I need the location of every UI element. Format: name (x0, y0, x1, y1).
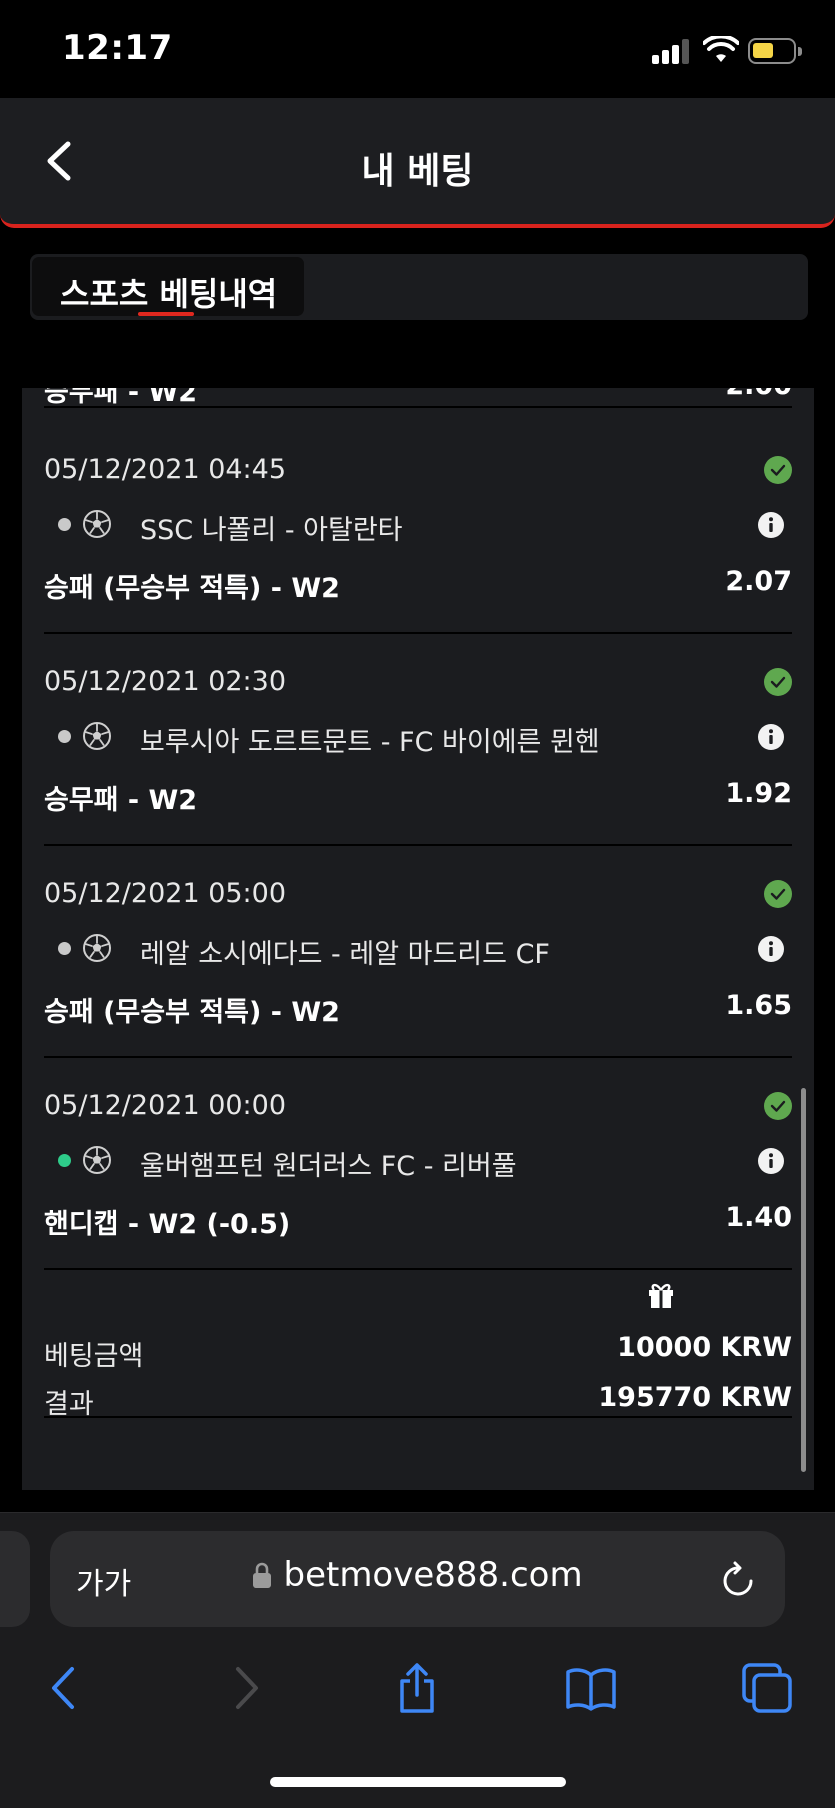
url-container: betmove888.com (50, 1555, 785, 1595)
app-header: 내 베팅 (0, 98, 835, 228)
bet-list-panel[interactable]: 승무패 - W2 2.00 05/12/2021 04:45 SSC 나폴리 -… (22, 388, 814, 1490)
url-text: betmove888.com (283, 1555, 583, 1595)
check-circle-icon (764, 456, 792, 484)
soccer-ball-icon (83, 722, 111, 750)
bet-odds: 2.07 (725, 566, 792, 597)
bet-market: 핸디캡 - W2 (-0.5) (44, 1209, 291, 1240)
info-icon[interactable] (758, 936, 784, 962)
bet-row: 05/12/2021 00:00 울버햄프턴 원더러스 FC - 리버풀 핸디캡… (44, 1058, 792, 1270)
check-circle-icon (764, 880, 792, 908)
result-label: 결과 (44, 1389, 94, 1420)
bet-row: 05/12/2021 02:30 보루시아 도르트문트 - FC 바이에른 뮌헨… (44, 634, 792, 846)
scrollbar[interactable] (801, 1088, 806, 1472)
bet-market: 승패 (무승부 적특) - W2 (44, 573, 340, 604)
stake-label: 베팅금액 (44, 1341, 144, 1372)
match-name: SSC 나폴리 - 아탈란타 (140, 515, 403, 546)
bet-row: 05/12/2021 05:00 레알 소시에다드 - 레알 마드리드 CF 승… (44, 846, 792, 1058)
page-title: 내 베팅 (361, 151, 474, 192)
info-icon[interactable] (758, 1148, 784, 1174)
wifi-icon (703, 36, 739, 62)
info-icon[interactable] (758, 512, 784, 538)
match-name: 보루시아 도르트문트 - FC 바이에른 뮌헨 (140, 727, 600, 758)
soccer-ball-icon (83, 1146, 111, 1174)
bet-row: 05/12/2021 04:45 SSC 나폴리 - 아탈란타 승패 (무승부 … (44, 422, 792, 634)
status-dot (58, 942, 71, 955)
page: 12:17 내 베팅 스포츠 베팅내역 승무패 - W2 2.00 05/12/… (0, 0, 835, 1808)
bet-market: 승패 (무승부 적특) - W2 (44, 997, 340, 1028)
browser-back-icon[interactable] (38, 1661, 92, 1715)
bet-odds: 2.00 (725, 388, 792, 401)
bookmarks-icon[interactable] (564, 1661, 618, 1715)
home-indicator (270, 1777, 566, 1787)
browser-forward-icon[interactable] (218, 1661, 272, 1715)
tab-bar: 스포츠 베팅내역 (30, 254, 808, 320)
status-dot (58, 518, 71, 531)
bet-date: 05/12/2021 05:00 (44, 878, 287, 909)
bet-market: 승무패 - W2 (44, 785, 198, 816)
check-circle-icon (764, 1092, 792, 1120)
status-bar: 12:17 (0, 0, 835, 98)
battery-icon (748, 38, 802, 64)
reload-icon[interactable] (721, 1559, 757, 1599)
stake-value: 10000 KRW (617, 1332, 792, 1363)
browser-toolbar: 가가 betmove888.com (0, 1512, 835, 1808)
status-dot (58, 1154, 71, 1167)
info-icon[interactable] (758, 724, 784, 750)
gift-icon (649, 1283, 673, 1308)
bet-odds: 1.40 (725, 1202, 792, 1233)
share-icon[interactable] (390, 1661, 444, 1715)
soccer-ball-icon (83, 934, 111, 962)
address-bar[interactable]: 가가 betmove888.com (50, 1531, 785, 1627)
cellular-signal-icon (652, 38, 692, 64)
status-dot (58, 730, 71, 743)
bet-odds: 1.92 (725, 778, 792, 809)
bet-date: 05/12/2021 04:45 (44, 454, 287, 485)
result-value: 195770 KRW (598, 1382, 792, 1413)
check-circle-icon (764, 668, 792, 696)
bet-row-partial: 승무패 - W2 2.00 (44, 388, 792, 408)
bet-summary: 베팅금액 10000 KRW 결과 195770 KRW (44, 1268, 792, 1420)
bet-market: 승무패 - W2 (44, 388, 198, 408)
bet-date: 05/12/2021 02:30 (44, 666, 287, 697)
lock-icon (253, 1562, 272, 1588)
previous-tab-pill[interactable] (0, 1531, 30, 1627)
soccer-ball-icon (83, 510, 111, 538)
tabs-icon[interactable] (740, 1661, 794, 1715)
tab-label: 스포츠 베팅내역 (60, 275, 278, 313)
active-tab-indicator (138, 312, 194, 316)
bet-date: 05/12/2021 00:00 (44, 1090, 287, 1121)
tab-sports-bet-history[interactable]: 스포츠 베팅내역 (32, 257, 304, 316)
match-name: 레알 소시에다드 - 레알 마드리드 CF (140, 939, 550, 970)
match-name: 울버햄프턴 원더러스 FC - 리버풀 (140, 1151, 517, 1182)
bet-odds: 1.65 (725, 990, 792, 1021)
status-time: 12:17 (62, 28, 173, 68)
